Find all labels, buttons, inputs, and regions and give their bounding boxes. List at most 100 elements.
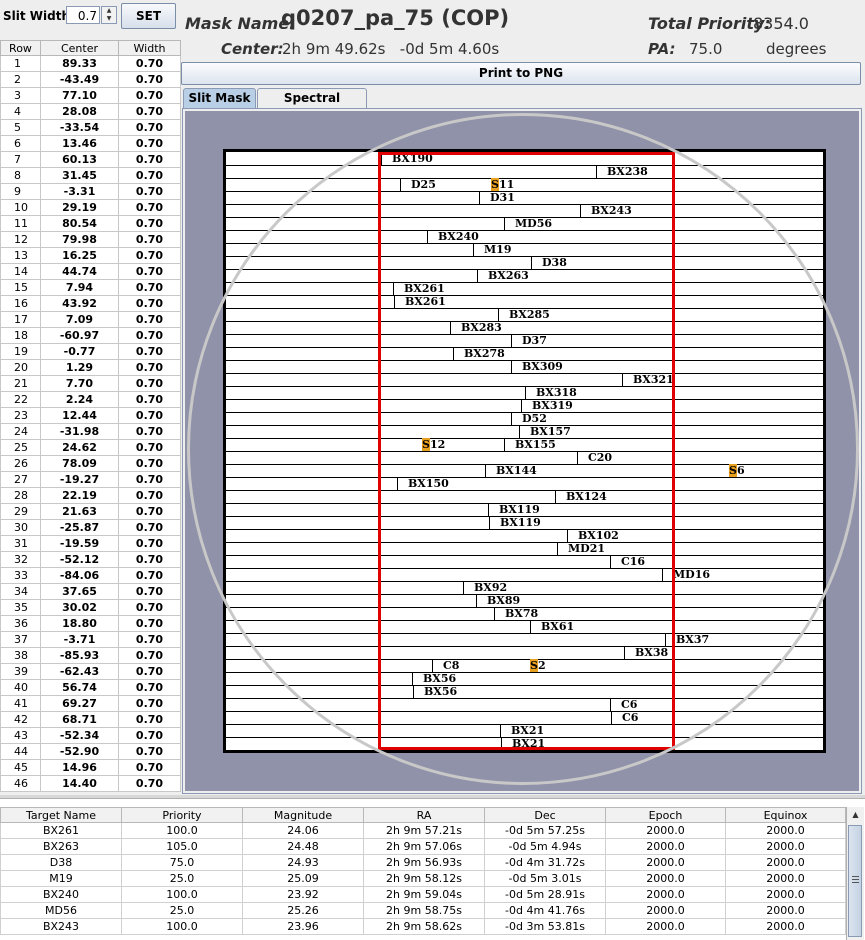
row-number[interactable]: 33 — [0, 567, 41, 584]
row-center[interactable]: 89.33 — [40, 55, 119, 72]
tab-spectral-format[interactable]: Spectral Format — [257, 88, 367, 124]
target-table-header[interactable]: Dec — [484, 807, 606, 823]
row-width[interactable]: 0.70 — [118, 439, 181, 456]
row-number[interactable]: 30 — [0, 519, 41, 536]
row-width[interactable]: 0.70 — [118, 135, 181, 152]
row-number[interactable]: 14 — [0, 263, 41, 280]
target-cell[interactable]: 100.0 — [121, 886, 243, 903]
row-number[interactable]: 19 — [0, 343, 41, 360]
row-center[interactable]: 68.71 — [40, 711, 119, 728]
target-cell[interactable]: -0d 5m 28.91s — [484, 886, 606, 903]
row-number[interactable]: 8 — [0, 167, 41, 184]
row-center[interactable]: 29.19 — [40, 199, 119, 216]
row-width[interactable]: 0.70 — [118, 119, 181, 136]
row-width[interactable]: 0.70 — [118, 375, 181, 392]
row-number[interactable]: 6 — [0, 135, 41, 152]
slit-width-spinner[interactable]: ▲ ▼ — [101, 6, 117, 24]
target-cell[interactable]: 2000.0 — [725, 838, 846, 855]
row-width[interactable]: 0.70 — [118, 423, 181, 440]
row-width[interactable]: 0.70 — [118, 231, 181, 248]
row-center[interactable]: 14.96 — [40, 759, 119, 776]
target-cell[interactable]: 105.0 — [121, 838, 243, 855]
table-row[interactable]: 20 1.29 0.70 — [0, 359, 181, 376]
row-width[interactable]: 0.70 — [118, 487, 181, 504]
row-width[interactable]: 0.70 — [118, 247, 181, 264]
target-cell[interactable]: 2000.0 — [605, 870, 726, 887]
spinner-down-icon[interactable]: ▼ — [102, 15, 116, 23]
row-number[interactable]: 27 — [0, 471, 41, 488]
row-number[interactable]: 5 — [0, 119, 41, 136]
table-row[interactable]: 21 7.70 0.70 — [0, 375, 181, 392]
row-table-header[interactable]: Row — [0, 40, 41, 56]
target-cell[interactable]: 2h 9m 57.21s — [363, 822, 485, 839]
table-row[interactable]: 19 -0.77 0.70 — [0, 343, 181, 360]
table-row[interactable]: 14 44.74 0.70 — [0, 263, 181, 280]
target-cell[interactable]: 2000.0 — [725, 854, 846, 871]
target-cell[interactable]: MD56 — [0, 902, 122, 919]
target-cell[interactable]: 2000.0 — [605, 854, 726, 871]
target-cell[interactable]: -0d 3m 53.81s — [484, 918, 606, 935]
target-cell[interactable]: 2h 9m 58.75s — [363, 902, 485, 919]
row-center[interactable]: -52.12 — [40, 551, 119, 568]
row-number[interactable]: 28 — [0, 487, 41, 504]
row-center[interactable]: 1.29 — [40, 359, 119, 376]
table-row[interactable]: 22 2.24 0.70 — [0, 391, 181, 408]
row-width[interactable]: 0.70 — [118, 503, 181, 520]
table-row[interactable]: 46 14.40 0.70 — [0, 775, 181, 792]
print-to-png-button[interactable]: Print to PNG — [181, 62, 861, 85]
tab-slit-mask[interactable]: Slit Mask — [183, 88, 256, 108]
row-number[interactable]: 15 — [0, 279, 41, 296]
target-cell[interactable]: 2000.0 — [725, 822, 846, 839]
row-width[interactable]: 0.70 — [118, 599, 181, 616]
row-center[interactable]: -62.43 — [40, 663, 119, 680]
target-cell[interactable]: 23.96 — [242, 918, 364, 935]
table-row[interactable]: 39 -62.43 0.70 — [0, 663, 181, 680]
target-cell[interactable]: 2000.0 — [725, 902, 846, 919]
target-cell[interactable]: 2000.0 — [605, 822, 726, 839]
row-number[interactable]: 23 — [0, 407, 41, 424]
row-center[interactable]: -31.98 — [40, 423, 119, 440]
table-row[interactable]: 35 30.02 0.70 — [0, 599, 181, 616]
row-width[interactable]: 0.70 — [118, 679, 181, 696]
target-table-header[interactable]: Epoch — [605, 807, 726, 823]
table-row[interactable]: 37 -3.71 0.70 — [0, 631, 181, 648]
target-cell[interactable]: 2000.0 — [725, 886, 846, 903]
row-center[interactable]: -3.31 — [40, 183, 119, 200]
target-cell[interactable]: 2000.0 — [605, 918, 726, 935]
row-width[interactable]: 0.70 — [118, 311, 181, 328]
row-number[interactable]: 25 — [0, 439, 41, 456]
row-center[interactable]: -33.54 — [40, 119, 119, 136]
row-center[interactable]: 7.70 — [40, 375, 119, 392]
row-center[interactable]: 44.74 — [40, 263, 119, 280]
target-cell[interactable]: 2h 9m 58.62s — [363, 918, 485, 935]
target-cell[interactable]: 100.0 — [121, 918, 243, 935]
target-table-header[interactable]: Magnitude — [242, 807, 364, 823]
row-center[interactable]: -0.77 — [40, 343, 119, 360]
table-row[interactable]: 29 21.63 0.70 — [0, 503, 181, 520]
table-row[interactable]: 28 22.19 0.70 — [0, 487, 181, 504]
row-width[interactable]: 0.70 — [118, 215, 181, 232]
table-row[interactable]: 24 -31.98 0.70 — [0, 423, 181, 440]
row-number[interactable]: 42 — [0, 711, 41, 728]
row-number[interactable]: 1 — [0, 55, 41, 72]
target-cell[interactable]: 25.0 — [121, 902, 243, 919]
target-cell[interactable]: 25.26 — [242, 902, 364, 919]
row-number[interactable]: 17 — [0, 311, 41, 328]
table-row[interactable]: 43 -52.34 0.70 — [0, 727, 181, 744]
row-center[interactable]: 31.45 — [40, 167, 119, 184]
spinner-up-icon[interactable]: ▲ — [102, 7, 116, 15]
table-row[interactable]: 26 78.09 0.70 — [0, 455, 181, 472]
table-row[interactable]: 9 -3.31 0.70 — [0, 183, 181, 200]
target-cell[interactable]: -0d 5m 57.25s — [484, 822, 606, 839]
row-number[interactable]: 41 — [0, 695, 41, 712]
target-cell[interactable]: -0d 5m 4.94s — [484, 838, 606, 855]
row-number[interactable]: 7 — [0, 151, 41, 168]
target-cell[interactable]: 2000.0 — [605, 902, 726, 919]
table-row[interactable]: 30 -25.87 0.70 — [0, 519, 181, 536]
target-cell[interactable]: -0d 4m 31.72s — [484, 854, 606, 871]
row-number[interactable]: 2 — [0, 71, 41, 88]
row-number[interactable]: 29 — [0, 503, 41, 520]
table-row[interactable]: 3 77.10 0.70 — [0, 87, 181, 104]
table-row[interactable]: 15 7.94 0.70 — [0, 279, 181, 296]
row-number[interactable]: 21 — [0, 375, 41, 392]
